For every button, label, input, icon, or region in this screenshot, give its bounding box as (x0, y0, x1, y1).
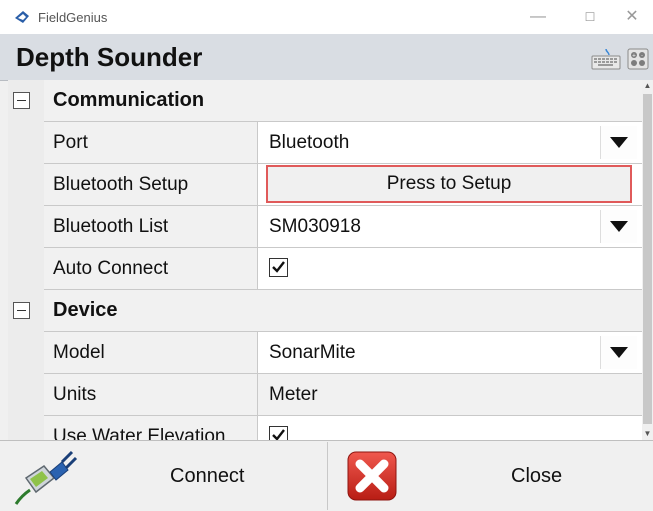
window-title: FieldGenius (38, 10, 108, 25)
press-to-setup-button[interactable]: Press to Setup (266, 165, 632, 203)
connect-button[interactable]: Connect (0, 442, 326, 510)
use-water-elevation-cell (258, 416, 642, 440)
auto-connect-checkbox[interactable] (269, 258, 288, 277)
property-label: Bluetooth Setup (44, 164, 258, 205)
checkmark-icon (272, 261, 285, 273)
row-port: Port Bluetooth (44, 122, 642, 164)
property-label: Units (44, 374, 258, 415)
calculator-icon[interactable]: + - (627, 48, 649, 70)
model-dropdown-button[interactable] (600, 336, 637, 369)
plug-connect-icon (14, 450, 78, 505)
app-window: FieldGenius — ☐ ✕ Depth Sounder + - Comm… (0, 0, 653, 511)
close-x-icon (347, 451, 397, 501)
property-label: Bluetooth List (44, 206, 258, 247)
bluetooth-setup-cell: Press to Setup (258, 164, 642, 205)
close-button[interactable]: Close (327, 442, 653, 510)
page-header: Depth Sounder + - (0, 34, 653, 81)
category-label: Device (53, 299, 118, 321)
title-bar[interactable]: FieldGenius — ☐ ✕ (0, 0, 653, 34)
row-model: Model SonarMite (44, 332, 642, 374)
fieldgenius-logo-icon (15, 11, 29, 23)
port-dropdown-button[interactable] (600, 126, 637, 159)
scrollbar-thumb[interactable] (643, 94, 652, 424)
minimize-button[interactable]: — (515, 0, 561, 34)
grid-gutter (8, 80, 45, 440)
chevron-down-icon (610, 347, 628, 358)
bluetooth-list-select[interactable]: SM030918 (258, 206, 642, 247)
maximize-button[interactable]: ☐ (567, 0, 613, 34)
units-value: Meter (258, 374, 642, 415)
row-auto-connect: Auto Connect (44, 248, 642, 290)
collapse-device-toggle[interactable] (13, 302, 30, 319)
port-value: Bluetooth (269, 132, 350, 153)
chevron-down-icon (610, 221, 628, 232)
row-bluetooth-setup: Bluetooth Setup Press to Setup (44, 164, 642, 206)
row-bluetooth-list: Bluetooth List SM030918 (44, 206, 642, 248)
page-title: Depth Sounder (16, 42, 203, 72)
close-label: Close (511, 465, 563, 487)
model-select[interactable]: SonarMite (258, 332, 642, 373)
property-label: Model (44, 332, 258, 373)
property-grid: Communication Port Bluetooth Bluetooth S… (8, 80, 642, 440)
keyboard-icon[interactable] (591, 48, 621, 70)
auto-connect-cell (258, 248, 642, 289)
checkmark-icon (272, 429, 285, 440)
collapse-communication-toggle[interactable] (13, 92, 30, 109)
svg-text:-: - (641, 53, 643, 59)
category-device: Device (44, 290, 642, 332)
scroll-down-icon[interactable]: ▼ (642, 428, 653, 440)
scroll-up-icon[interactable]: ▲ (642, 80, 653, 92)
property-label: Port (44, 122, 258, 163)
use-water-elevation-checkbox[interactable] (269, 426, 288, 440)
row-use-water-elevation: Use Water Elevation (44, 416, 642, 440)
property-label: Use Water Elevation (44, 416, 258, 440)
connect-label: Connect (170, 465, 245, 487)
property-label: Auto Connect (44, 248, 258, 289)
svg-text:+: + (632, 53, 636, 59)
vertical-scrollbar[interactable]: ▲ ▼ (642, 80, 653, 440)
chevron-down-icon (610, 137, 628, 148)
category-communication: Communication (44, 80, 642, 122)
bluetooth-list-dropdown-button[interactable] (600, 210, 637, 243)
port-select[interactable]: Bluetooth (258, 122, 642, 163)
row-units: Units Meter (44, 374, 642, 416)
close-window-button[interactable]: ✕ (609, 0, 653, 34)
model-value: SonarMite (269, 342, 356, 363)
bluetooth-list-value: SM030918 (269, 216, 361, 237)
category-label: Communication (53, 89, 205, 111)
footer-bar: Connect Close (0, 440, 653, 511)
